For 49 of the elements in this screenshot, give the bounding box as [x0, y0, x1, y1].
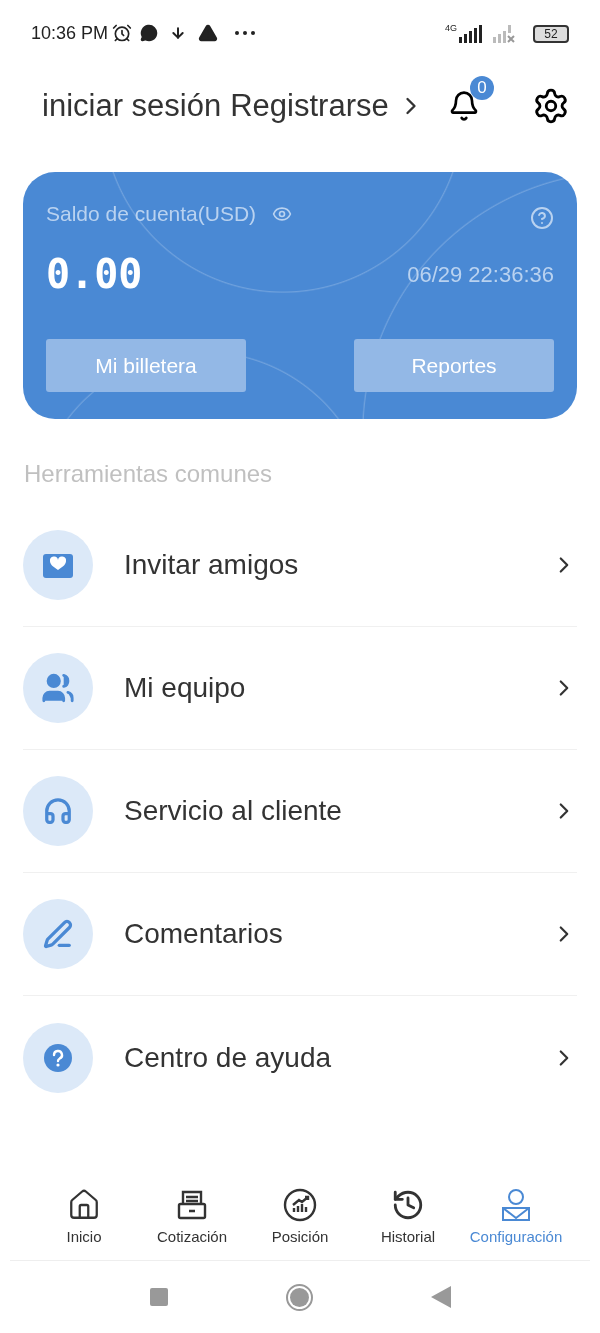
- recent-apps-button[interactable]: [149, 1288, 168, 1306]
- nav-tab[interactable]: Posición: [246, 1187, 354, 1248]
- help-icon[interactable]: [530, 206, 554, 230]
- nav-label: Historial: [380, 1226, 436, 1247]
- home-button[interactable]: [285, 1283, 313, 1311]
- chart-circle-icon: [283, 1187, 317, 1222]
- alarm-icon: [112, 23, 133, 43]
- pen-icon: [43, 919, 73, 949]
- notification-icon[interactable]: [448, 90, 480, 122]
- nav-tab[interactable]: Cotización: [138, 1187, 246, 1248]
- nav-tab[interactable]: Inicio: [30, 1187, 138, 1248]
- menu-item[interactable]: Servicio al cliente: [23, 750, 577, 873]
- menu-item[interactable]: Invitar amigos: [23, 504, 577, 627]
- help-icon: [43, 1042, 73, 1073]
- balance-timestamp: 06/29 22:36:36: [407, 260, 554, 289]
- home-icon: [67, 1187, 101, 1222]
- signal-icon: [459, 24, 483, 43]
- more-icon: [234, 30, 257, 36]
- nav-label: Cotización: [156, 1226, 227, 1247]
- headset-icon: [43, 796, 73, 826]
- eye-icon[interactable]: [272, 204, 293, 224]
- nav-label: Inicio: [66, 1226, 102, 1247]
- nav-label: Posición: [271, 1226, 329, 1247]
- menu-item[interactable]: Mi equipo: [23, 627, 577, 750]
- people-icon: [41, 671, 75, 705]
- menu-label: Invitar amigos: [124, 548, 299, 582]
- network-label: 4G: [445, 23, 457, 33]
- warning-icon: [198, 23, 219, 43]
- menu-item[interactable]: Centro de ayuda: [23, 996, 577, 1119]
- menu-label: Centro de ayuda: [124, 1040, 332, 1075]
- balance-label: Saldo de cuenta(USD): [46, 201, 257, 228]
- settings-icon[interactable]: [532, 87, 570, 125]
- status-time: 10:36 PM: [31, 21, 109, 45]
- register-link[interactable]: Registrarse: [230, 82, 389, 130]
- person-icon: [499, 1187, 533, 1222]
- battery-indicator: 52: [533, 24, 569, 43]
- section-title: Herramientas comunes: [23, 459, 274, 489]
- menu-label: Mi equipo: [124, 671, 246, 705]
- menu-label: Comentarios: [124, 917, 283, 951]
- nav-tab[interactable]: Configuración: [462, 1187, 570, 1248]
- back-button[interactable]: [430, 1286, 451, 1308]
- menu-label: Servicio al cliente: [124, 794, 342, 828]
- nav-tab[interactable]: Historial: [354, 1187, 462, 1248]
- login-link[interactable]: iniciar sesión: [42, 82, 222, 130]
- menu-item[interactable]: Comentarios: [23, 873, 577, 996]
- notification-badge: 0: [470, 76, 494, 100]
- balance-amount: 0.00: [46, 250, 143, 299]
- chat-icon: [140, 24, 159, 42]
- nav-label: Configuración: [469, 1226, 563, 1247]
